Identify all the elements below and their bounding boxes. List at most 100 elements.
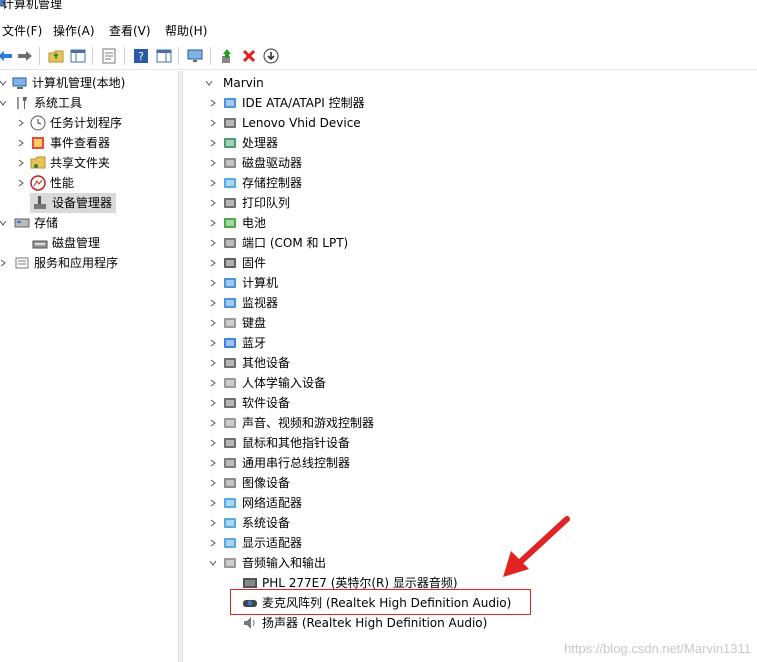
chevron-right-icon[interactable] bbox=[208, 438, 218, 448]
chevron-right-icon[interactable] bbox=[208, 338, 218, 348]
pane-splitter[interactable] bbox=[178, 71, 183, 662]
device-category[interactable]: Lenovo Vhid Device bbox=[208, 113, 361, 133]
menu-file[interactable]: 文件(F) bbox=[2, 23, 42, 39]
chevron-right-icon[interactable] bbox=[208, 138, 218, 148]
chevron-down-icon[interactable] bbox=[204, 78, 214, 88]
chevron-right-icon[interactable] bbox=[208, 258, 218, 268]
device-category-label: 声音、视频和游戏控制器 bbox=[242, 416, 375, 430]
device-category[interactable]: 声音、视频和游戏控制器 bbox=[208, 413, 374, 433]
menu-help[interactable]: 帮助(H) bbox=[165, 23, 207, 39]
toolbar: ? bbox=[0, 42, 757, 70]
chevron-right-icon[interactable] bbox=[208, 498, 218, 508]
menu-action[interactable]: 操作(A) bbox=[53, 23, 95, 39]
device-category[interactable]: 打印队列 bbox=[208, 193, 290, 213]
window-title: 计算机管理 bbox=[2, 0, 63, 11]
audio-child-speaker[interactable]: 扬声器 (Realtek High Definition Audio) bbox=[242, 613, 487, 633]
up-folder-icon[interactable] bbox=[47, 47, 65, 65]
tree-shared-folders[interactable]: 共享文件夹 bbox=[16, 153, 110, 173]
chevron-right-icon[interactable] bbox=[16, 138, 26, 148]
device-category[interactable]: 其他设备 bbox=[208, 353, 290, 373]
forward-arrow-icon[interactable] bbox=[16, 47, 34, 65]
device-category[interactable]: IDE ATA/ATAPI 控制器 bbox=[208, 93, 365, 113]
chevron-right-icon[interactable] bbox=[208, 318, 218, 328]
help-icon[interactable]: ? bbox=[132, 47, 150, 65]
chevron-right-icon[interactable] bbox=[208, 358, 218, 368]
chevron-right-icon[interactable] bbox=[208, 478, 218, 488]
chevron-right-icon[interactable] bbox=[208, 218, 218, 228]
tree-performance[interactable]: 性能 bbox=[16, 173, 74, 193]
device-category[interactable]: 图像设备 bbox=[208, 473, 290, 493]
device-category[interactable]: 蓝牙 bbox=[208, 333, 266, 353]
device-category-label: 人体学输入设备 bbox=[242, 376, 327, 390]
device-category[interactable]: 监视器 bbox=[208, 293, 278, 313]
show-hide-tree-icon[interactable] bbox=[69, 47, 87, 65]
tree-event-viewer[interactable]: 事件查看器 bbox=[16, 133, 110, 153]
chevron-right-icon[interactable] bbox=[208, 378, 218, 388]
tree-task-scheduler[interactable]: 任务计划程序 bbox=[16, 113, 122, 133]
device-category-label: 软件设备 bbox=[242, 396, 291, 410]
chevron-right-icon[interactable] bbox=[208, 158, 218, 168]
chevron-right-icon[interactable] bbox=[208, 238, 218, 248]
chevron-down-icon[interactable] bbox=[0, 218, 8, 228]
device-category[interactable]: 键盘 bbox=[208, 313, 266, 333]
back-arrow-icon[interactable] bbox=[0, 47, 14, 65]
monitor-icon[interactable] bbox=[186, 47, 204, 65]
device-tree-root[interactable]: Marvin bbox=[204, 73, 264, 93]
chevron-right-icon[interactable] bbox=[16, 178, 26, 188]
device-category-label: 蓝牙 bbox=[242, 336, 267, 350]
device-category[interactable]: 系统设备 bbox=[208, 513, 290, 533]
properties-icon[interactable] bbox=[100, 47, 118, 65]
device-category[interactable]: 音频输入和输出 bbox=[208, 553, 326, 573]
chevron-right-icon[interactable] bbox=[208, 178, 218, 188]
tree-disk-management[interactable]: 磁盘管理 bbox=[30, 233, 100, 253]
chevron-right-icon[interactable] bbox=[208, 538, 218, 548]
device-category-label: Lenovo Vhid Device bbox=[242, 116, 361, 130]
hid-input-icon bbox=[222, 375, 238, 391]
uninstall-icon[interactable] bbox=[240, 47, 258, 65]
device-category[interactable]: 软件设备 bbox=[208, 393, 290, 413]
chevron-right-icon[interactable] bbox=[208, 198, 218, 208]
tree-services-applications[interactable]: 服务和应用程序 bbox=[0, 253, 118, 273]
chevron-right-icon[interactable] bbox=[208, 398, 218, 408]
device-category[interactable]: 磁盘驱动器 bbox=[208, 153, 302, 173]
chevron-down-icon[interactable] bbox=[208, 558, 218, 568]
display-adapter-icon bbox=[222, 535, 238, 551]
update-driver-icon[interactable] bbox=[218, 47, 236, 65]
chevron-right-icon[interactable] bbox=[208, 518, 218, 528]
device-category[interactable]: 鼠标和其他指针设备 bbox=[208, 433, 350, 453]
chevron-down-icon[interactable] bbox=[0, 78, 8, 88]
device-category[interactable]: 通用串行总线控制器 bbox=[208, 453, 350, 473]
device-category-label: 端口 (COM 和 LPT) bbox=[242, 236, 349, 250]
device-category[interactable]: 计算机 bbox=[208, 273, 278, 293]
chevron-down-icon[interactable] bbox=[0, 98, 8, 108]
device-category[interactable]: 显示适配器 bbox=[208, 533, 302, 553]
tree-system-tools[interactable]: 系统工具 bbox=[0, 93, 82, 113]
device-category[interactable]: 处理器 bbox=[208, 133, 278, 153]
download-circle-icon[interactable] bbox=[262, 47, 280, 65]
tree-storage[interactable]: 存储 bbox=[0, 213, 58, 233]
device-category[interactable]: 存储控制器 bbox=[208, 173, 302, 193]
chevron-right-icon[interactable] bbox=[208, 98, 218, 108]
device-category[interactable]: 端口 (COM 和 LPT) bbox=[208, 233, 348, 253]
chevron-right-icon[interactable] bbox=[208, 278, 218, 288]
device-category[interactable]: 网络适配器 bbox=[208, 493, 302, 513]
chevron-right-icon[interactable] bbox=[208, 458, 218, 468]
chevron-right-icon[interactable] bbox=[208, 418, 218, 428]
chevron-right-icon[interactable] bbox=[208, 118, 218, 128]
device-category[interactable]: 固件 bbox=[208, 253, 266, 273]
disk-drive-icon bbox=[222, 155, 238, 171]
chevron-right-icon[interactable] bbox=[0, 258, 8, 268]
processor-icon bbox=[222, 135, 238, 151]
software-device-icon bbox=[222, 395, 238, 411]
other-device-icon bbox=[222, 355, 238, 371]
tree-device-manager[interactable]: 设备管理器 bbox=[30, 193, 116, 213]
tree-computer-management[interactable]: 计算机管理(本地) bbox=[0, 73, 125, 93]
chevron-right-icon[interactable] bbox=[16, 158, 26, 168]
red-arrow-annotation bbox=[503, 516, 570, 577]
menu-view[interactable]: 查看(V) bbox=[109, 23, 151, 39]
chevron-right-icon[interactable] bbox=[16, 118, 26, 128]
chevron-right-icon[interactable] bbox=[208, 298, 218, 308]
device-category[interactable]: 人体学输入设备 bbox=[208, 373, 326, 393]
device-category[interactable]: 电池 bbox=[208, 213, 266, 233]
action-pane-icon[interactable] bbox=[155, 47, 173, 65]
